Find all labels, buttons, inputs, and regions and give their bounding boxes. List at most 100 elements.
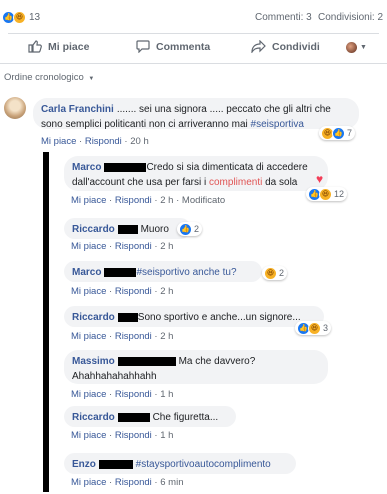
thumbs-up-icon — [28, 40, 42, 53]
haha-icon: 😆 — [264, 266, 277, 280]
reply-author[interactable]: Massimo — [72, 356, 115, 367]
reply-text[interactable]: #seisportivo anche tu? — [136, 267, 236, 278]
reaction-count: 12 — [334, 189, 345, 199]
avatar[interactable] — [4, 97, 26, 119]
reaction-count: 2 — [194, 224, 200, 234]
reply-author[interactable]: Riccardo — [72, 224, 115, 235]
timestamp[interactable]: 20 h — [130, 136, 149, 147]
timestamp[interactable]: 2 h — [160, 331, 173, 342]
chevron-down-icon: ▼ — [88, 76, 95, 82]
like-button[interactable]: Mi piace — [28, 40, 89, 53]
reply-author[interactable]: Marco — [72, 162, 101, 173]
edited-label[interactable]: Modificato — [182, 195, 225, 206]
haha-icon: 😆 — [308, 321, 321, 335]
heart-icon: ♥ — [316, 172, 324, 186]
reply-text-end: da sola — [262, 177, 298, 188]
timestamp[interactable]: 6 min — [160, 477, 183, 488]
comments-count[interactable]: Commenti: 3 — [255, 12, 312, 23]
reply-link[interactable]: Rispondi — [115, 430, 152, 441]
like-icon: 👍 — [179, 222, 192, 236]
timestamp[interactable]: 1 h — [160, 389, 173, 400]
reply-bubble: Riccardo Che figuretta... — [64, 406, 236, 427]
like-link[interactable]: Mi piace — [71, 331, 106, 342]
like-link[interactable]: Mi piace — [71, 241, 106, 252]
reaction-badge[interactable]: 👍 2 — [177, 222, 203, 236]
redacted-name — [117, 356, 176, 366]
reply-author[interactable]: Riccardo — [72, 412, 115, 423]
reply-link[interactable]: Rispondi — [115, 331, 152, 342]
comment-order-dropdown[interactable]: Ordine cronologico ▼ — [4, 72, 94, 83]
timestamp[interactable]: 1 h — [160, 430, 173, 441]
reply-actions: Mi piace · Rispondi · 2 h · Modificato — [71, 195, 226, 206]
like-link[interactable]: Mi piace — [71, 286, 106, 297]
reaction-badge[interactable]: 👍 😆 12 — [306, 187, 348, 201]
comment-button[interactable]: Commenta — [136, 40, 210, 53]
reaction-count: 2 — [279, 268, 285, 278]
divider — [8, 33, 379, 34]
reply-bubble: Marco Credo si sia dimenticata di acceder… — [64, 156, 328, 191]
timestamp[interactable]: 2 h — [160, 286, 173, 297]
like-link[interactable]: Mi piace — [41, 136, 76, 147]
reply-bubble: Massimo Ma che davvero? Ahahhahahahhahh — [64, 350, 328, 384]
reaction-summary[interactable]: 👍 😆 13 — [2, 11, 40, 24]
reply-text: Che figuretta... — [152, 412, 219, 423]
haha-icon: 😆 — [319, 187, 332, 201]
redacted-name — [104, 267, 137, 277]
reply-bubble: Riccardo Muoro — [64, 218, 191, 239]
haha-icon: 😆 — [13, 11, 26, 24]
chevron-down-icon: ▼ — [360, 44, 367, 51]
highlighted-word: complimenti — [208, 177, 263, 188]
reply-link[interactable]: Rispondi — [115, 286, 152, 297]
reply-actions: Mi piace · Rispondi · 6 min — [71, 477, 184, 488]
share-button[interactable]: Condividi — [251, 40, 320, 53]
hashtag-link[interactable]: #seisportiva — [251, 119, 304, 130]
comment-icon — [136, 40, 150, 53]
comment-label: Commenta — [156, 40, 211, 53]
redacted-name — [104, 162, 147, 172]
like-link[interactable]: Mi piace — [71, 430, 106, 441]
redacted-name — [98, 459, 133, 469]
reply-bubble: Enzo #staysportivoautocomplimento — [64, 453, 296, 474]
reply-author[interactable]: Riccardo — [72, 312, 115, 323]
reply-author[interactable]: Enzo — [72, 459, 96, 470]
reply-link[interactable]: Rispondi — [115, 241, 152, 252]
reaction-badge[interactable]: 😆 2 — [262, 266, 288, 280]
redacted-name — [117, 412, 150, 422]
reply-text[interactable]: #staysportivoautocomplimento — [136, 459, 271, 470]
profile-avatar — [346, 42, 357, 53]
reply-actions: Mi piace · Rispondi · 2 h — [71, 331, 174, 342]
reply-author[interactable]: Marco — [72, 267, 101, 278]
reaction-badge[interactable]: 😆 👍 7 — [319, 126, 356, 140]
like-icon: 👍 — [332, 126, 345, 140]
redacted-name — [117, 312, 138, 322]
reaction-count: 13 — [29, 12, 41, 23]
timestamp[interactable]: 2 h — [160, 241, 173, 252]
timestamp[interactable]: 2 h — [160, 195, 173, 206]
reply-text: Muoro — [140, 224, 169, 235]
share-label: Condividi — [272, 40, 320, 53]
like-link[interactable]: Mi piace — [71, 389, 106, 400]
like-label: Mi piace — [48, 40, 90, 53]
reply-link[interactable]: Rispondi — [115, 195, 152, 206]
like-link[interactable]: Mi piace — [71, 195, 106, 206]
divider — [0, 63, 387, 64]
share-icon — [251, 40, 266, 53]
comment-bubble: Carla Franchini....... sei una signora .… — [33, 98, 359, 130]
redacted-name — [117, 224, 138, 234]
comment-author[interactable]: Carla Franchini — [41, 104, 114, 115]
reply-link[interactable]: Rispondi — [115, 477, 152, 488]
shares-count[interactable]: Condivisioni: 2 — [318, 12, 383, 23]
reply-actions: Mi piace · Rispondi · 1 h — [71, 389, 174, 400]
reply-link[interactable]: Rispondi — [115, 389, 152, 400]
reply-bubble: Riccardo Sono sportivo e anche...un signo… — [64, 306, 324, 327]
reply-bubble: Marco #seisportivo anche tu? — [64, 261, 262, 282]
reaction-badge[interactable]: 👍 😆 3 — [295, 321, 332, 335]
order-label: Ordine cronologico — [4, 72, 84, 83]
reply-actions: Mi piace · Rispondi · 2 h — [71, 286, 174, 297]
reply-link[interactable]: Rispondi — [85, 136, 122, 147]
profile-selector[interactable]: ▼ — [346, 42, 367, 53]
thread-line — [43, 152, 49, 492]
like-link[interactable]: Mi piace — [71, 477, 106, 488]
reply-actions: Mi piace · Rispondi · 2 h — [71, 241, 174, 252]
comment-actions: Mi piace · Rispondi · 20 h — [41, 136, 149, 147]
